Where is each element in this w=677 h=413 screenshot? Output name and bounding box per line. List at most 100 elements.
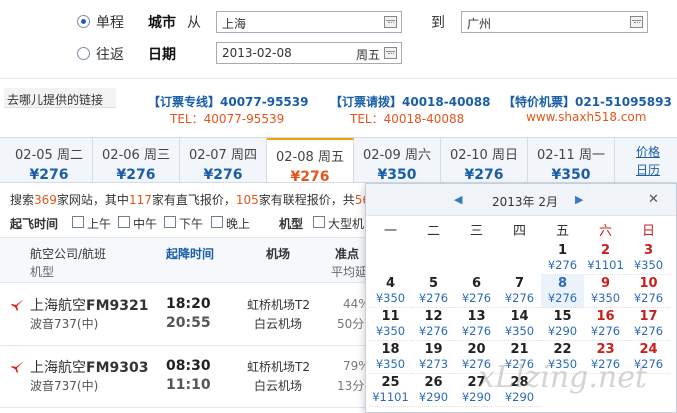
promo-sub-1[interactable]: TEL：40077-95539 — [170, 110, 284, 127]
afternoon-label[interactable]: 下午 — [179, 215, 203, 232]
calendar-month-title: 2013年 2月 — [492, 195, 558, 209]
calendar-icon[interactable] — [384, 47, 397, 59]
calendar-day[interactable]: 17 ¥276 — [627, 308, 670, 341]
promo-provider-text: 去哪儿提供的链接 — [7, 93, 104, 107]
noon-label[interactable]: 中午 — [133, 215, 157, 232]
date-tab[interactable]: 02-05 周二 ¥276 — [6, 138, 93, 183]
divider — [0, 78, 677, 79]
aircraft-model: 波音737(中) — [30, 317, 99, 331]
flight-row[interactable]: 上海航空FM9303 波音737(中) 08:30 11:10 虹桥机场T2 白… — [0, 346, 370, 408]
calendar-day[interactable]: 19 ¥273 — [412, 341, 455, 374]
calendar-day[interactable]: 2 ¥1101 — [584, 242, 627, 275]
evening-label[interactable]: 晚上 — [226, 215, 250, 232]
watermark: xLlzing.net — [478, 360, 648, 395]
calendar-day[interactable]: 16 ¥276 — [584, 308, 627, 341]
large-aircraft-checkbox[interactable] — [313, 216, 325, 228]
close-icon[interactable]: ✕ — [648, 192, 659, 207]
arrival-time: 20:55 — [166, 315, 211, 331]
average-delay: 13分 — [337, 379, 365, 393]
airline-name: 上海航空FM9321 — [30, 298, 149, 314]
promo-sub-2[interactable]: TEL：40018-40088 — [350, 110, 464, 127]
price-trend-link[interactable]: 价格 — [636, 143, 660, 160]
calendar-day[interactable]: 6 ¥276 — [455, 275, 498, 308]
weekday-wed: 三 — [469, 224, 483, 239]
col-times[interactable]: 起降时间 — [166, 245, 214, 262]
arrival-airport: 白云机场 — [254, 317, 303, 331]
weekday-mon: 一 — [383, 224, 397, 239]
weekday-fri: 五 — [555, 224, 569, 239]
morning-label[interactable]: 上午 — [87, 215, 111, 232]
city-picker-icon[interactable] — [630, 16, 643, 28]
col-airline: 航空公司/航班 — [30, 247, 107, 261]
calendar-day[interactable]: 3 ¥350 — [627, 242, 670, 275]
aircraft-type-label: 机型 — [279, 217, 304, 231]
weekday-sun: 日 — [641, 224, 655, 239]
calendar-day[interactable]: 1 ¥276 — [541, 242, 584, 275]
airline-name: 上海航空FM9303 — [30, 360, 149, 376]
from-city-input[interactable]: 上海 — [216, 11, 402, 33]
noon-checkbox[interactable] — [118, 216, 130, 228]
one-way-label[interactable]: 单程 — [96, 12, 124, 32]
calendar-day[interactable]: 12 ¥276 — [412, 308, 455, 341]
average-delay: 50分 — [337, 317, 365, 331]
airline-logo-icon — [11, 361, 24, 373]
depart-time-label: 起飞时间 — [10, 217, 59, 231]
price-calendar-link[interactable]: 日历 — [636, 161, 660, 178]
date-tab[interactable]: 02-10 周日 ¥276 — [441, 138, 528, 183]
calendar-day[interactable]: 18 ¥350 — [369, 341, 412, 374]
city-picker-icon[interactable] — [384, 16, 397, 28]
promo-sub-3[interactable]: www.shaxh518.com — [526, 110, 646, 124]
search-summary: 搜索369家网站，其中117家有直飞报价，105家有联程报价，共56 — [10, 193, 371, 207]
aircraft-model: 波音737(中) — [30, 379, 99, 393]
date-tab[interactable]: 02-11 周一 ¥350 — [528, 138, 615, 183]
next-month-icon[interactable]: ▶ — [575, 193, 583, 206]
date-tab[interactable]: 02-06 周三 ¥276 — [93, 138, 180, 183]
date-label: 日期 — [148, 47, 176, 63]
col-punctual: 准点 — [335, 247, 360, 261]
calendar-day[interactable]: 26 ¥290 — [412, 374, 455, 407]
col-airport: 机场 — [266, 247, 291, 261]
to-city-input[interactable]: 广州 — [461, 11, 648, 33]
calendar-day[interactable]: 10 ¥276 — [627, 275, 670, 308]
departure-airport: 虹桥机场T2 — [247, 298, 310, 312]
promo-link-2[interactable]: 【订票请拨】40018-40088 — [330, 93, 490, 110]
date-tab-selected[interactable]: 02-08 周五 ¥276 — [267, 138, 354, 185]
calendar-day[interactable]: 7 ¥276 — [498, 275, 541, 308]
departure-time: 18:20 — [166, 296, 211, 312]
one-way-radio[interactable] — [77, 15, 90, 28]
calendar-day[interactable]: 25 ¥1101 — [369, 374, 412, 407]
evening-checkbox[interactable] — [211, 216, 223, 228]
calendar-day[interactable]: 9 ¥350 — [584, 275, 627, 308]
calendar-day[interactable]: 4 ¥350 — [369, 275, 412, 308]
calendar-day-selected[interactable]: 8 ¥276 — [541, 275, 584, 308]
calendar-day[interactable]: 11 ¥350 — [369, 308, 412, 341]
weekday-tue: 二 — [426, 224, 440, 239]
large-aircraft-label[interactable]: 大型机 — [328, 215, 364, 232]
departure-airport: 虹桥机场T2 — [247, 360, 310, 374]
date-tab[interactable]: 02-09 周六 ¥350 — [354, 138, 441, 183]
date-weekday: 周五 — [356, 48, 381, 62]
arrival-time: 11:10 — [166, 377, 211, 393]
arrival-airport: 白云机场 — [254, 379, 303, 393]
departure-time: 08:30 — [166, 358, 211, 374]
calendar-day[interactable]: 13 ¥276 — [455, 308, 498, 341]
weekday-sat: 六 — [598, 224, 612, 239]
date-tab[interactable]: 02-07 周四 ¥276 — [180, 138, 267, 183]
round-trip-label[interactable]: 往返 — [96, 44, 124, 64]
city-label: 城市 — [148, 15, 176, 31]
morning-checkbox[interactable] — [72, 216, 84, 228]
round-trip-radio[interactable] — [77, 47, 90, 60]
promo-link-3[interactable]: 【特价机票】021-51095893 — [503, 93, 672, 110]
calendar-day[interactable]: 5 ¥276 — [412, 275, 455, 308]
promo-link-1[interactable]: 【订票专线】40077-95539 — [148, 93, 308, 110]
from-label: 从 — [187, 15, 201, 31]
afternoon-checkbox[interactable] — [164, 216, 176, 228]
calendar-day[interactable]: 14 ¥350 — [498, 308, 541, 341]
prev-month-icon[interactable]: ◀ — [454, 193, 462, 206]
calendar-day[interactable]: 15 ¥290 — [541, 308, 584, 341]
flight-row[interactable]: 上海航空FM9321 波音737(中) 18:20 20:55 虹桥机场T2 白… — [0, 284, 370, 346]
date-input[interactable]: 2013-02-08 周五 — [216, 42, 402, 64]
weekday-thu: 四 — [512, 224, 526, 239]
to-label: 到 — [431, 15, 445, 31]
col-avg-delay: 平均延 — [331, 265, 368, 279]
